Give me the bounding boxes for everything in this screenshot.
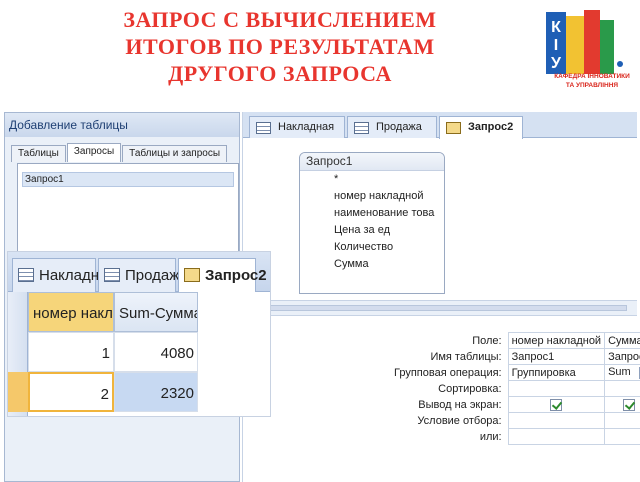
table-icon [256, 122, 271, 134]
table-cell[interactable]: 4080 [114, 332, 198, 372]
horizontal-scrollbar[interactable] [253, 305, 627, 311]
table-icon [354, 122, 369, 134]
field-item[interactable]: наименование това [300, 205, 444, 222]
column-header-label: Sum-Сумма [119, 305, 198, 322]
logo-caption-line-2: ТА УПРАВЛІННЯ [565, 82, 619, 89]
query-icon [446, 122, 461, 134]
add-table-title: Добавление таблицы [5, 113, 239, 137]
grid-cell[interactable]: Группировка [507, 364, 606, 381]
grid-cell [507, 396, 606, 413]
show-checkbox[interactable] [623, 398, 636, 411]
grid-row-field: Поле: номер накладной Сумма [391, 332, 640, 349]
current-row-selector[interactable] [8, 372, 28, 412]
table-icon [18, 268, 34, 282]
grid-cell [604, 396, 640, 413]
grid-cell[interactable] [604, 412, 640, 429]
result-tabbar: Накладная Продажа Запрос2 [8, 252, 270, 292]
list-item-query1[interactable]: Запрос1 [22, 172, 234, 187]
result-datasheet: Накладная Продажа Запрос2 номер накл▼ Su… [8, 252, 270, 416]
tab-query2[interactable]: Запрос2 [178, 258, 267, 292]
show-checkbox[interactable] [550, 398, 563, 411]
grid-label: Имя таблицы: [430, 350, 502, 363]
grid-cell[interactable]: Сумма [604, 332, 640, 349]
tab-nakladnaya[interactable]: Накладная [12, 258, 116, 292]
tab-label: Запрос2 [205, 267, 267, 284]
logo-caption-line-1: КАФЕДРА ІННОВАТИКИ [554, 73, 630, 80]
grid-cell[interactable] [507, 428, 606, 445]
tab-prodazha[interactable]: Продажа [347, 116, 437, 138]
grid-cell[interactable]: номер накладной [507, 332, 606, 349]
grid-label: Поле: [472, 334, 502, 347]
add-table-tabs: Таблицы Запросы Таблицы и запросы [11, 143, 228, 163]
table-cell[interactable]: 1 [28, 332, 114, 372]
grid-row-or: или: [391, 428, 640, 445]
grid-row-show: Вывод на экран: [391, 396, 640, 413]
column-header-num[interactable]: номер накл▼ [28, 292, 114, 332]
field-item[interactable]: * [300, 171, 444, 188]
tab-label: Продажа [376, 121, 422, 133]
logo-letter-i: І [554, 37, 558, 54]
column-header-label: номер накл [33, 305, 113, 322]
pane-splitter[interactable] [243, 300, 637, 316]
grid-label: Сортировка: [438, 382, 502, 395]
field-item[interactable]: Сумма [300, 256, 444, 273]
grid-label: Вывод на экран: [418, 398, 502, 411]
tab-label: Запрос2 [468, 121, 514, 133]
table-cell[interactable]: 2320 [114, 372, 198, 412]
tab-prodazha[interactable]: Продажа [98, 258, 188, 292]
field-item[interactable]: Цена за ед [300, 222, 444, 239]
title-line-2: ИТОГОВ ПО РЕЗУЛЬТАТАМ [125, 34, 435, 59]
title-line-3: ДРУГОГО ЗАПРОСА [168, 61, 392, 86]
grid-cell[interactable]: Запрос1 [604, 348, 640, 365]
tab-nakladnaya[interactable]: Накладная [249, 116, 345, 138]
design-tabbar: Накладная Продажа Запрос2 [243, 112, 637, 139]
query-grid: Поле: номер накладной Сумма Имя таблицы:… [391, 332, 640, 445]
logo-caption: КАФЕДРА ІННОВАТИКИ ТА УПРАВЛІННЯ [544, 72, 640, 90]
grid-row-criteria: Условие отбора: [391, 412, 640, 429]
tab-query2[interactable]: Запрос2 [439, 116, 523, 139]
logo-letter-u: У [551, 55, 562, 72]
tab-label: Накладная [278, 121, 335, 133]
source-table-name: Запрос1 [300, 153, 444, 171]
field-item[interactable]: номер накладной [300, 188, 444, 205]
group-dropdown[interactable]: Sum ▼ [604, 364, 640, 381]
tab-tables[interactable]: Таблицы [11, 145, 66, 162]
query-design-view: Накладная Продажа Запрос2 Запрос1 * номе… [242, 112, 640, 482]
grid-label: Условие отбора: [417, 414, 502, 427]
slide-title: ЗАПРОС С ВЫЧИСЛЕНИЕМ ИТОГОВ ПО РЕЗУЛЬТАТ… [40, 6, 520, 87]
grid-row-group: Групповая операция: Группировка Sum ▼ [391, 364, 640, 381]
grid-cell[interactable] [507, 380, 606, 397]
query-icon [184, 268, 200, 282]
result-grid: номер накл▼ Sum-Сумма▼ 1 4080 2 2320 [8, 292, 270, 416]
grid-cell[interactable] [604, 380, 640, 397]
column-header-sum[interactable]: Sum-Сумма▼ [114, 292, 198, 332]
grid-cell[interactable] [604, 428, 640, 445]
table-cell[interactable]: 2 [28, 372, 114, 412]
logo-letter-k: К [551, 19, 561, 36]
field-item[interactable]: Количество [300, 239, 444, 256]
group-dropdown-value: Sum [608, 366, 631, 378]
grid-cell[interactable]: Запрос1 [507, 348, 606, 365]
title-line-1: ЗАПРОС С ВЫЧИСЛЕНИЕМ [123, 7, 437, 32]
tab-tables-and-queries[interactable]: Таблицы и запросы [122, 145, 228, 162]
table-icon [104, 268, 120, 282]
source-table-box[interactable]: Запрос1 * номер накладной наименование т… [299, 152, 445, 294]
grid-row-table: Имя таблицы: Запрос1 Запрос1 [391, 348, 640, 365]
grid-cell[interactable] [507, 412, 606, 429]
grid-label: Групповая операция: [394, 366, 502, 379]
grid-row-sort: Сортировка: [391, 380, 640, 397]
tab-queries[interactable]: Запросы [66, 143, 122, 162]
grid-label: или: [479, 430, 502, 443]
